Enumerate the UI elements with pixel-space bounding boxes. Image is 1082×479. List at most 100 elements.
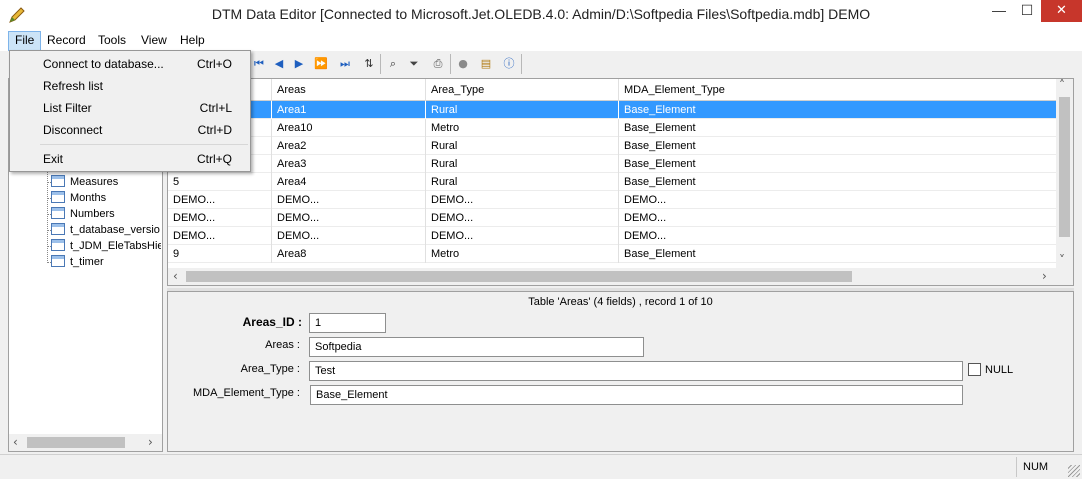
table-cell[interactable]: Area1: [272, 101, 426, 119]
table-row[interactable]: Area10 Metro Base_Element: [168, 119, 1058, 137]
label-area-type: Area_Type :: [240, 363, 300, 375]
menu-tools[interactable]: Tools: [92, 31, 132, 51]
tree-item-measures[interactable]: Measures: [51, 174, 161, 190]
properties-icon[interactable]: ▤: [477, 55, 495, 73]
first-record-icon[interactable]: ⏮: [250, 55, 268, 73]
table-cell[interactable]: Base_Element: [619, 245, 1058, 263]
table-cell[interactable]: DEMO...: [426, 191, 619, 209]
table-cell[interactable]: Area2: [272, 137, 426, 155]
file-menu-dropdown: Connect to database... Ctrl+O Refresh li…: [9, 50, 251, 172]
menu-help[interactable]: Help: [174, 31, 211, 51]
toolbar-separator: [380, 54, 381, 74]
table-cell[interactable]: Metro: [426, 245, 619, 263]
column-header-areas[interactable]: Areas: [272, 79, 426, 101]
menu-item-list-filter[interactable]: List Filter Ctrl+L: [10, 97, 250, 119]
scroll-thumb[interactable]: [1059, 97, 1070, 237]
table-cell[interactable]: Base_Element: [619, 101, 1058, 119]
table-cell[interactable]: Rural: [426, 101, 619, 119]
menu-item-connect[interactable]: Connect to database... Ctrl+O: [10, 53, 250, 75]
table-cell[interactable]: Metro: [426, 119, 619, 137]
table-row[interactable]: Area3 Rural Base_Element: [168, 155, 1058, 173]
table-cell[interactable]: DEMO...: [619, 191, 1058, 209]
area-type-field[interactable]: Test: [309, 361, 963, 381]
table-cell[interactable]: Rural: [426, 155, 619, 173]
areas-id-field[interactable]: 1: [309, 313, 386, 333]
table-cell[interactable]: DEMO...: [272, 191, 426, 209]
null-checkbox[interactable]: [968, 363, 981, 376]
grid-vertical-scrollbar[interactable]: ˄ ˅: [1056, 79, 1073, 269]
table-cell[interactable]: Area10: [272, 119, 426, 137]
tree-item-numbers[interactable]: Numbers: [51, 206, 161, 222]
tree-item-t-jdm-eletabshie[interactable]: t_JDM_EleTabsHie: [51, 238, 161, 254]
table-cell[interactable]: Base_Element: [619, 137, 1058, 155]
table-row[interactable]: DEMO... DEMO... DEMO... DEMO...: [168, 209, 1058, 227]
sort-az-icon[interactable]: ⇅: [360, 55, 378, 73]
table-icon: [51, 223, 65, 235]
scroll-up-icon[interactable]: ˄: [1059, 79, 1065, 92]
stop-icon[interactable]: ●: [454, 55, 472, 73]
tree-item-t-timer[interactable]: t_timer: [51, 254, 161, 270]
table-cell[interactable]: Rural: [426, 173, 619, 191]
table-cell[interactable]: DEMO...: [426, 227, 619, 245]
scroll-thumb[interactable]: [186, 271, 852, 282]
table-cell[interactable]: DEMO...: [272, 227, 426, 245]
table-cell[interactable]: DEMO...: [619, 227, 1058, 245]
column-header-area-type[interactable]: Area_Type: [426, 79, 619, 101]
help-icon[interactable]: ⓘ: [500, 55, 518, 73]
table-row[interactable]: 5 Area4 Rural Base_Element: [168, 173, 1058, 191]
table-cell[interactable]: Area8: [272, 245, 426, 263]
table-cell[interactable]: DEMO...: [272, 209, 426, 227]
table-cell[interactable]: Base_Element: [619, 173, 1058, 191]
scroll-right-icon[interactable]: ›: [1042, 269, 1047, 283]
grid-horizontal-scrollbar[interactable]: ‹ ›: [168, 268, 1058, 285]
scroll-right-icon[interactable]: ›: [148, 435, 153, 449]
table-row[interactable]: 9 Area8 Metro Base_Element: [168, 245, 1058, 263]
scroll-left-icon[interactable]: ‹: [173, 269, 178, 283]
column-header-mda-element-type[interactable]: MDA_Element_Type: [619, 79, 1058, 101]
tree-item-months[interactable]: Months: [51, 190, 161, 206]
next-page-icon[interactable]: ⏩: [312, 55, 330, 73]
table-cell[interactable]: Rural: [426, 137, 619, 155]
title-bar: DTM Data Editor [Connected to Microsoft.…: [0, 0, 1082, 31]
table-cell[interactable]: DEMO...: [168, 227, 272, 245]
num-lock-indicator: NUM: [1016, 457, 1060, 477]
maximize-button[interactable]: ☐: [1013, 0, 1041, 22]
find-binoculars-icon[interactable]: ⌕: [384, 55, 402, 73]
menu-file[interactable]: File: [8, 31, 42, 51]
table-cell[interactable]: Area4: [272, 173, 426, 191]
scroll-left-icon[interactable]: ‹: [13, 435, 18, 449]
menu-view[interactable]: View: [135, 31, 173, 51]
table-row[interactable]: Area2 Rural Base_Element: [168, 137, 1058, 155]
next-record-icon[interactable]: ▶: [290, 55, 308, 73]
prev-record-icon[interactable]: ◀: [270, 55, 288, 73]
table-cell[interactable]: DEMO...: [619, 209, 1058, 227]
table-cell[interactable]: DEMO...: [168, 209, 272, 227]
table-row[interactable]: DEMO... DEMO... DEMO... DEMO...: [168, 227, 1058, 245]
table-cell[interactable]: DEMO...: [168, 191, 272, 209]
mda-element-type-field[interactable]: Base_Element: [310, 385, 963, 405]
table-cell[interactable]: Area3: [272, 155, 426, 173]
areas-field[interactable]: Softpedia: [309, 337, 644, 357]
print-icon[interactable]: ⎙: [429, 55, 447, 73]
close-button[interactable]: ✕: [1041, 0, 1082, 22]
minimize-button[interactable]: —: [985, 0, 1013, 22]
table-row[interactable]: Area1 Rural Base_Element: [168, 101, 1058, 119]
menu-item-refresh-list[interactable]: Refresh list: [10, 75, 250, 97]
table-cell[interactable]: Base_Element: [619, 119, 1058, 137]
resize-grip[interactable]: [1068, 465, 1080, 477]
last-record-icon[interactable]: ⏭: [336, 55, 354, 73]
table-cell[interactable]: 5: [168, 173, 272, 191]
menu-item-disconnect[interactable]: Disconnect Ctrl+D: [10, 119, 250, 141]
scroll-thumb[interactable]: [27, 437, 125, 448]
table-row[interactable]: DEMO... DEMO... DEMO... DEMO...: [168, 191, 1058, 209]
scroll-down-icon[interactable]: ˅: [1059, 253, 1065, 267]
tree-item-t-database-version[interactable]: t_database_versio: [51, 222, 161, 238]
menu-item-exit[interactable]: Exit Ctrl+Q: [10, 148, 250, 170]
tree-horizontal-scrollbar[interactable]: ‹ ›: [9, 434, 162, 451]
table-cell[interactable]: Base_Element: [619, 155, 1058, 173]
filter-icon[interactable]: ⏷: [405, 55, 423, 73]
menu-record[interactable]: Record: [41, 31, 92, 51]
tree-item-label: Numbers: [70, 208, 115, 220]
table-cell[interactable]: DEMO...: [426, 209, 619, 227]
table-cell[interactable]: 9: [168, 245, 272, 263]
